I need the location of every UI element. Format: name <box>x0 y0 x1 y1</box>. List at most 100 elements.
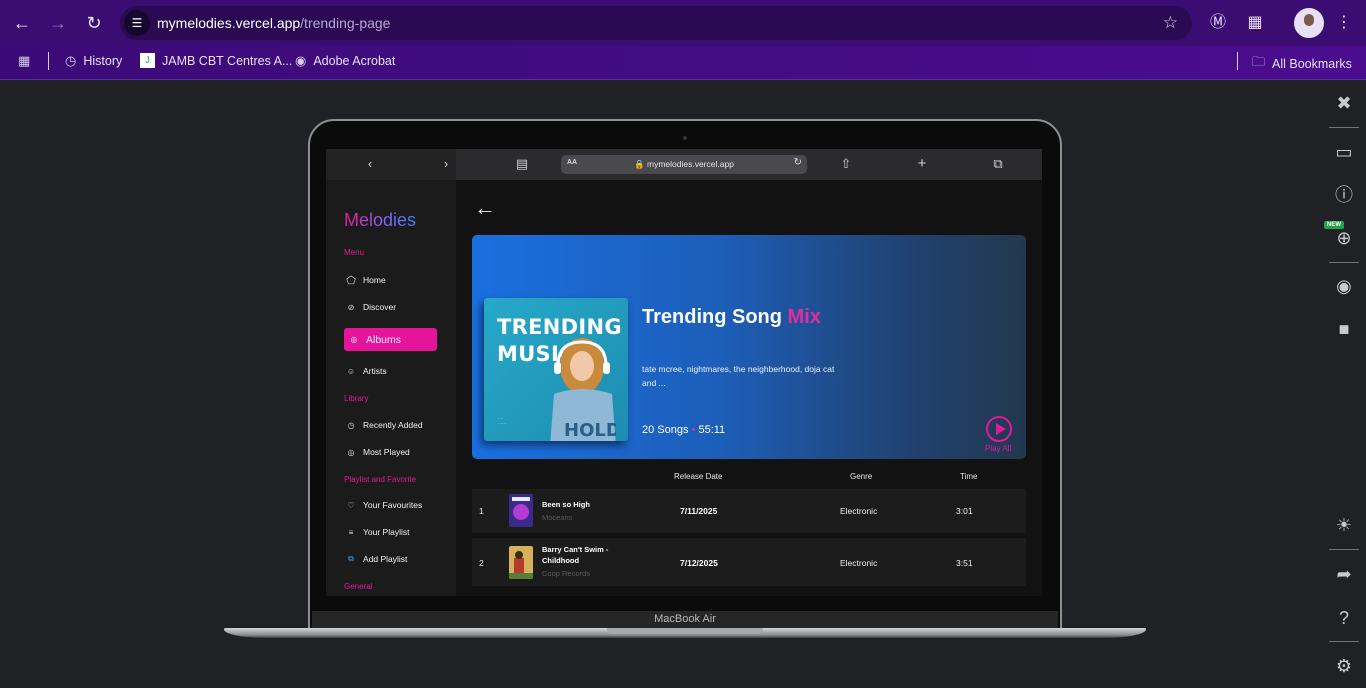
menu-kebab-icon[interactable]: ⋮ <box>1333 12 1355 34</box>
song-artist[interactable]: Coop Records <box>542 569 590 578</box>
table-row[interactable]: 2 Barry Can't Swim - Childhood Coop Reco… <box>472 538 1026 586</box>
add-playlist-icon: ⧉ <box>348 554 354 563</box>
device-label: MacBook Air <box>654 613 716 625</box>
bookmark-divider <box>1237 52 1238 70</box>
apps-grid-icon[interactable]: ▦ <box>18 53 30 69</box>
section-playlist: Playlist and Favorite <box>344 475 417 484</box>
camera-icon[interactable]: ◉ <box>1330 272 1358 300</box>
chevron-right-icon[interactable]: › <box>438 156 454 172</box>
compass-icon: ⊘ <box>347 302 355 312</box>
sidebar-item-discover[interactable]: ⊘ Discover <box>344 297 437 317</box>
playlist-description: tate mcree, nightmares, the neighberhood… <box>642 364 835 388</box>
section-menu: Menu <box>344 248 365 257</box>
album-cover: TRENDING MUSIC HOLD ···· ······ <box>484 298 628 441</box>
header-release-date: Release Date <box>674 472 723 481</box>
app-sidebar: Melodies Menu ⬠ Home ⊘ Discover ◎ Albums ☺ A… <box>326 180 456 596</box>
header-genre: Genre <box>850 472 873 481</box>
video-icon[interactable]: ■ <box>1330 315 1358 343</box>
close-icon[interactable]: ✖ <box>1330 89 1358 117</box>
cover-girl-image: HOLD <box>550 338 616 441</box>
bookmark-adobe[interactable]: ◉ Adobe Acrobat <box>295 53 395 69</box>
inner-url: 🔒 mymelodies.vercel.app <box>634 159 734 169</box>
bookmark-divider <box>48 52 49 70</box>
song-release: 7/11/2025 <box>680 506 718 516</box>
divider <box>1329 641 1359 642</box>
share-icon[interactable]: ➦ <box>1330 560 1358 588</box>
inner-address-bar[interactable]: AA 🔒 mymelodies.vercel.app ↻ <box>561 155 807 174</box>
sidebar-item-artists[interactable]: ☺ Artists <box>344 361 437 381</box>
play-all-label[interactable]: Play All <box>985 444 1011 453</box>
sidebar-item-add-playlist[interactable]: ⧉ Add Playlist <box>344 549 437 569</box>
history-icon: ◷ <box>65 53 77 68</box>
sidebar-item-albums[interactable]: ◎ Albums <box>344 328 437 351</box>
song-time: 3:01 <box>956 506 973 516</box>
info-icon[interactable]: ⓘ <box>1330 181 1358 209</box>
clock-icon: ◷ <box>347 420 355 430</box>
playlist-hero: TRENDING MUSIC HOLD ···· ······ Trending S… <box>472 235 1026 459</box>
new-tab-plus-icon[interactable]: + <box>914 156 930 172</box>
folder-icon: 🗀 <box>1252 54 1266 69</box>
sidebar-item-home[interactable]: ⬠ Home <box>344 270 437 290</box>
address-bar[interactable]: ☰ mymelodies.vercel.app/trending-page ☆ <box>120 6 1192 40</box>
back-icon[interactable]: ← <box>11 12 33 34</box>
album-disc-icon: ◎ <box>350 335 358 344</box>
reload-icon[interactable]: ↻ <box>794 157 802 168</box>
header-time: Time <box>960 472 978 481</box>
share-icon[interactable]: ⇧ <box>838 156 854 172</box>
svg-text:HOLD: HOLD <box>564 420 616 441</box>
play-all-icon[interactable] <box>986 416 1012 442</box>
settings-icon[interactable]: ⚙ <box>1330 652 1358 680</box>
row-index: 2 <box>479 558 484 568</box>
site-info-icon[interactable]: ☰ <box>124 10 150 36</box>
zoom-icon[interactable]: ⊕ <box>1330 224 1358 252</box>
brightness-icon[interactable]: ☀ <box>1330 511 1358 539</box>
table-row[interactable]: 1 Been so High Moceans 7/11/2025 Electro… <box>472 489 1026 533</box>
song-release: 7/12/2025 <box>680 558 718 568</box>
extensions-puzzle-icon[interactable]: ▦ <box>1244 12 1266 34</box>
reader-book-icon[interactable]: ▤ <box>514 156 530 172</box>
chevron-left-icon[interactable]: ‹ <box>362 156 378 172</box>
section-library: Library <box>344 394 369 403</box>
sidebar-item-favourites[interactable]: ♡ Your Favourites <box>344 495 437 515</box>
app-logo[interactable]: Melodies <box>344 210 416 231</box>
home-icon: ⬠ <box>346 274 356 287</box>
artist-icon: ☺ <box>346 366 356 376</box>
laptop-camera <box>683 136 687 140</box>
cover-small-print: ···· ······ <box>498 416 506 426</box>
song-title[interactable]: Barry Can't Swim - Childhood <box>542 544 622 566</box>
sidebar-item-recently-added[interactable]: ◷ Recently Added <box>344 415 437 435</box>
bookmark-star-icon[interactable]: ☆ <box>1163 13 1178 33</box>
song-thumbnail <box>509 494 533 527</box>
song-genre: Electronic <box>840 506 878 516</box>
sidebar-item-most-played[interactable]: ◎ Most Played <box>344 442 437 462</box>
help-icon[interactable]: ? <box>1330 604 1358 632</box>
jamb-favicon-icon: J <box>140 53 155 68</box>
sidebar-item-your-playlist[interactable]: ≡ Your Playlist <box>344 522 437 542</box>
reload-icon[interactable]: ↻ <box>83 12 105 34</box>
back-arrow-icon[interactable]: ← <box>474 197 496 219</box>
extension-w-icon[interactable]: Ⓜ <box>1207 12 1229 34</box>
row-index: 1 <box>479 506 484 516</box>
playlist-icon: ≡ <box>348 527 354 537</box>
song-thumbnail <box>509 546 533 579</box>
bookmark-history[interactable]: ◷ History <box>65 53 122 69</box>
address-url: mymelodies.vercel.app/trending-page <box>157 15 391 31</box>
divider <box>1329 549 1359 550</box>
divider <box>1329 262 1359 263</box>
bookmark-jamb[interactable]: J JAMB CBT Centres A... <box>140 53 292 68</box>
play-circle-icon: ◎ <box>347 447 355 457</box>
tabs-icon[interactable]: ⧉ <box>990 156 1006 172</box>
profile-avatar[interactable] <box>1294 8 1324 38</box>
safari-toolbar-left <box>326 149 456 180</box>
devices-icon[interactable]: ▭ <box>1330 138 1358 166</box>
device-screen: ‹ › ▤ AA 🔒 mymelodies.vercel.app ↻ ⇧ + ⧉… <box>326 149 1042 596</box>
playlist-meta: 20 Songs • 55:11 <box>642 424 726 436</box>
all-bookmarks[interactable]: 🗀 All Bookmarks <box>1252 53 1352 75</box>
song-artist[interactable]: Moceans <box>542 513 572 522</box>
laptop-notch <box>607 628 763 634</box>
forward-icon[interactable]: → <box>47 12 69 34</box>
song-time: 3:51 <box>956 558 973 568</box>
section-general: General <box>344 582 373 591</box>
divider <box>1329 127 1359 128</box>
song-title[interactable]: Been so High <box>542 499 622 510</box>
